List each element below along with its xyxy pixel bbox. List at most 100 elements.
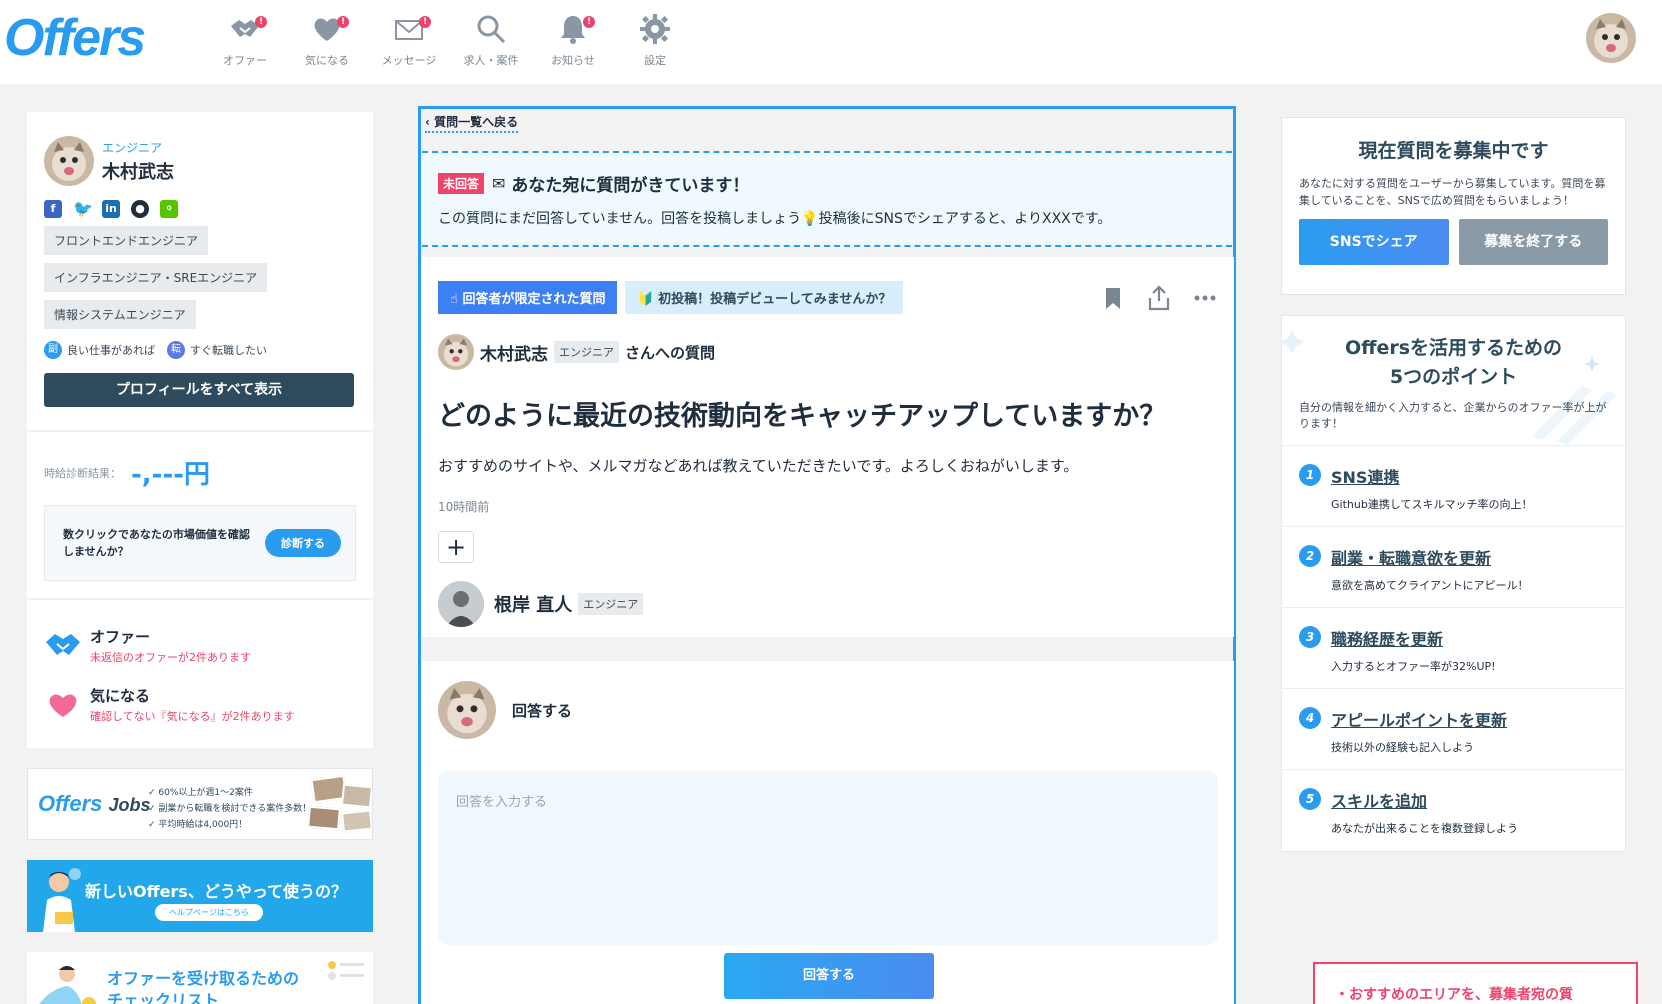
offers-jobs-banner[interactable]: Offers Jobs ✓ 60%以上が週1〜2案件 ✓ 副業から転職を検討でき…: [27, 768, 373, 840]
back-link-text: 質問一覧へ戻る: [434, 115, 519, 129]
side-job-badge: 副: [44, 341, 62, 359]
skill-tag: 情報システムエンジニア: [44, 300, 196, 329]
profile-avatar[interactable]: [44, 136, 94, 186]
answer-input[interactable]: [438, 771, 1218, 945]
handshake-icon: [46, 634, 80, 655]
point-link-intent[interactable]: 副業・転職意欲を更新: [1331, 545, 1529, 569]
feature-item: ✓ 平均時給は4,000円！: [148, 820, 248, 830]
right-sidebar: 現在質問を募集中です あなたに対する質問をユーザーから募集しています。質問を募集…: [1281, 117, 1626, 852]
point-item: 3 職務経歴を更新入力するとオファー率が32%UP!: [1282, 608, 1625, 689]
share-icon[interactable]: [1146, 284, 1172, 311]
add-reaction-button[interactable]: +: [438, 531, 474, 563]
nav-news[interactable]: ! お知らせ: [542, 12, 604, 68]
profile-role: エンジニア: [102, 140, 163, 155]
nav-message[interactable]: ! メッセージ: [378, 12, 440, 68]
checklist-title-line2: チェックリスト: [107, 991, 220, 1004]
asker-row: 木村武志 エンジニア さんへの質問: [438, 334, 1218, 370]
point-number: 5: [1299, 788, 1321, 810]
offers-jobs-logo-suffix: Jobs: [108, 795, 151, 815]
checklist-banner[interactable]: オファーを受け取るための チェックリスト: [27, 952, 373, 1004]
point-item: 2 副業・転職意欲を更新 意欲を高めてクライアントにアピール！: [1282, 527, 1625, 608]
points-desc: 自分の情報を細かく入力すると、企業からのオファー率が上がります！: [1299, 401, 1607, 430]
nav-message-badge: !: [419, 16, 431, 28]
question-body: おすすめのサイトや、メルマガなどあれば教えていただきたいです。よろしくおねがいし…: [438, 457, 1079, 475]
bookmark-icon[interactable]: [1100, 285, 1126, 311]
points-title-line1: Offersを活用するための: [1344, 337, 1563, 359]
question-time: 10時間前: [438, 500, 490, 514]
nav-jobs[interactable]: 求人・案件: [460, 12, 522, 68]
target-avatar[interactable]: [438, 581, 484, 627]
notification-card: オファー 未返信のオファーが2件あります 気になる 確認してない『気になる』が2…: [27, 600, 373, 748]
target-user-row: 根岸 直人 エンジニア: [438, 581, 1218, 627]
nav-settings[interactable]: 設定: [624, 12, 686, 68]
back-to-questions-link[interactable]: ‹ 質問一覧へ戻る: [425, 113, 519, 133]
intent-change-text: すぐ転職したい: [190, 344, 267, 357]
recruit-desc: あなたに対する質問をユーザーから募集しています。質問を募集していることを、SNS…: [1299, 177, 1606, 207]
submit-answer-button[interactable]: 回答する: [724, 953, 934, 999]
asker-avatar[interactable]: [438, 334, 474, 370]
point-item: 1 SNS連携 Github連携してスキルマッチ率の向上！: [1282, 446, 1625, 527]
job-thumbnails: [302, 773, 372, 835]
more-options-icon[interactable]: [1192, 285, 1218, 311]
intent-side-text: 良い仕事があれば: [67, 344, 155, 357]
person-illustration-icon: [43, 868, 81, 932]
points-title: Offersを活用するための 5つのポイント: [1299, 334, 1608, 392]
asker-name[interactable]: 木村武志: [480, 340, 548, 365]
point-link-sns[interactable]: SNS連携: [1331, 464, 1533, 488]
intent-row: 副 良い仕事があれば 転 すぐ転職したい: [44, 341, 355, 359]
user-avatar[interactable]: [1586, 13, 1636, 63]
salary-value: -,---円: [131, 460, 211, 490]
recruit-title: 現在質問を募集中です: [1358, 140, 1549, 162]
help-banner[interactable]: 新しいOffers、どうやって使うの？ ヘルプページはこちら: [27, 860, 373, 932]
target-name[interactable]: 根岸 直人: [494, 591, 572, 617]
asker-role-chip: エンジニア: [554, 341, 619, 363]
answer-card: 回答する 回答する: [422, 661, 1234, 1004]
github-icon[interactable]: ●: [131, 200, 149, 218]
sns-share-button[interactable]: SNSでシェア: [1299, 219, 1449, 265]
point-sub: 意欲を高めてクライアントにアピール！: [1331, 579, 1529, 592]
qiita-icon[interactable]: Q: [160, 200, 178, 218]
facebook-icon[interactable]: f: [44, 200, 62, 218]
favorite-notification[interactable]: 気になる 確認してない『気になる』が2件あります: [44, 685, 356, 724]
answerer-avatar: [438, 681, 496, 739]
point-item: 4 アピールポイントを更新 技術以外の経験も記入しよう: [1282, 689, 1625, 770]
point-sub: Github連携してスキルマッチ率の向上！: [1331, 498, 1533, 511]
search-icon: [477, 15, 506, 44]
help-page-button[interactable]: ヘルプページはこちら: [155, 904, 263, 921]
favorite-title: 気になる: [90, 687, 151, 705]
recruit-card: 現在質問を募集中です あなたに対する質問をユーザーから募集しています。質問を募集…: [1281, 117, 1626, 295]
offer-title: オファー: [90, 628, 151, 646]
point-link-skill[interactable]: スキルを追加: [1331, 788, 1518, 812]
nav-settings-label: 設定: [644, 54, 666, 67]
job-change-badge: 転: [167, 341, 185, 359]
point-sub: あなたが出来ることを複数登録しよう: [1331, 822, 1518, 835]
offers-logo[interactable]: Offers: [4, 8, 146, 68]
offers-jobs-logo: Offers Jobs: [38, 791, 151, 817]
envelope-icon: ✉: [492, 174, 506, 193]
point-link-career[interactable]: 職務経歴を更新: [1331, 626, 1496, 650]
offer-notification[interactable]: オファー 未返信のオファーが2件あります: [44, 626, 356, 665]
twitter-icon[interactable]: 🐦: [73, 200, 93, 218]
point-link-appeal[interactable]: アピールポイントを更新: [1331, 707, 1507, 731]
linkedin-icon[interactable]: in: [102, 200, 120, 218]
first-post-tag[interactable]: 🔰 初投稿！投稿デビューしてみませんか？: [625, 281, 904, 314]
show-profile-button[interactable]: プロフィールをすべて表示: [44, 373, 354, 407]
nav-favorite[interactable]: ! 気になる: [296, 12, 358, 68]
point-sub: 入力するとオファー率が32%UP!: [1331, 660, 1496, 673]
profile-name[interactable]: 木村武志: [102, 158, 174, 184]
question-card: ☝ 回答者が限定された質問 🔰 初投稿！投稿デビューしてみませんか？ 木村武志 …: [422, 257, 1234, 637]
nav-jobs-label: 求人・案件: [463, 54, 519, 67]
point-number: 3: [1299, 626, 1321, 648]
diagnose-button[interactable]: 診断する: [265, 529, 341, 557]
salary-prompt: 数クリックであなたの市場価値を確認しませんか？: [63, 528, 250, 558]
nav-offer-badge: !: [255, 16, 267, 28]
person-illustration-icon: [39, 966, 96, 1004]
top-header: Offers ! オファー ! 気になる ! メッセージ 求人・案件 ! お知ら…: [0, 0, 1662, 84]
nav-offer[interactable]: ! オファー: [214, 12, 276, 68]
skill-tag: インフラエンジニア・SREエンジニア: [44, 263, 268, 292]
end-recruit-button[interactable]: 募集を終了する: [1458, 219, 1608, 265]
notice-title: あなた宛に質問がきています！: [511, 176, 750, 196]
checklist-title-line1: オファーを受け取るための: [107, 969, 300, 988]
nav-news-label: お知らせ: [551, 54, 595, 67]
question-title: どのように最近の技術動向をキャッチアップしていますか？: [438, 401, 1167, 432]
